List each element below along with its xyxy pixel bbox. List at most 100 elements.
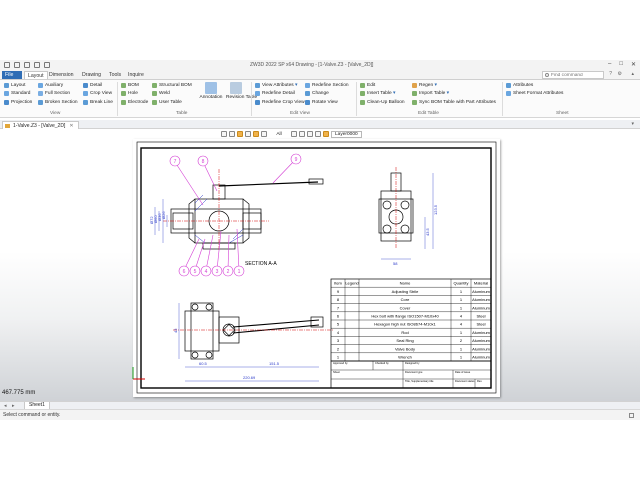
- title-block-field: Approved by: [333, 361, 348, 365]
- broken-section-button[interactable]: Broken Section: [38, 99, 78, 106]
- plan-view: [184, 302, 324, 360]
- plan-dimensions: [178, 303, 319, 382]
- detail-button[interactable]: Detail: [83, 82, 102, 89]
- redefine-section-button[interactable]: Redefine Section: [305, 82, 349, 89]
- open-icon[interactable]: [14, 62, 20, 68]
- bom-icon: [121, 83, 126, 88]
- bom-cell: 8: [337, 297, 340, 302]
- minimize-icon[interactable]: –: [608, 61, 611, 68]
- view-attributes-button[interactable]: View Attributes ▾: [255, 82, 297, 89]
- app-window: ZW3D 2022 SP x64 Drawing - [1-Valve.Z3 -…: [0, 0, 640, 480]
- electrode-table-button[interactable]: Electrode: [121, 99, 148, 106]
- document-tab[interactable]: 1-Valve.Z3 - [Valve_2D] ✕: [2, 121, 79, 129]
- search-icon: [545, 73, 549, 77]
- break-line-button[interactable]: Break Line: [83, 99, 113, 106]
- layer-icon[interactable]: [253, 131, 259, 137]
- tab-drawing[interactable]: Drawing: [79, 71, 104, 79]
- status-toggle-icon[interactable]: [629, 413, 634, 418]
- structural-bom-icon: [152, 83, 157, 88]
- import-table-button[interactable]: Import Table ▾: [412, 90, 449, 97]
- sync-bom-button[interactable]: Sync BOM Table with Part Attributes: [412, 99, 496, 106]
- bom-cell: Aluminum: [472, 289, 490, 294]
- render-icon[interactable]: [307, 131, 313, 137]
- balloon-label: 3: [216, 269, 219, 275]
- bom-cell: 4: [460, 314, 463, 319]
- dim-text: 60.5: [199, 361, 208, 366]
- redefine-detail-button[interactable]: Redefine Detail: [255, 90, 295, 97]
- standard-view-button[interactable]: Standard: [4, 90, 30, 97]
- grid-icon[interactable]: [245, 131, 251, 137]
- projection-button[interactable]: Projection: [4, 99, 32, 106]
- balloon-labels: 7 8 9 6 5 4 3 2 1: [174, 157, 298, 275]
- undo-icon[interactable]: [34, 62, 40, 68]
- full-section-button[interactable]: Full Section: [38, 90, 70, 97]
- bom-cell: Cover: [400, 305, 411, 310]
- broken-section-icon: [38, 100, 43, 105]
- bom-cell: Hex bolt with flange ISO1507-M10x40: [371, 314, 439, 319]
- search-input[interactable]: [543, 72, 593, 79]
- view-icon[interactable]: [299, 131, 305, 137]
- filter-dropdown[interactable]: All: [269, 132, 289, 137]
- bom-table: Item Legend Name Quantity Material 9 Adjusting…: [330, 278, 492, 362]
- close-icon[interactable]: ✕: [631, 61, 636, 68]
- drawing-svg: Ø72 Ø60 Ø36 Ø26 7 8 9 6 5 4 3 2 1 SECTIO…: [136, 141, 497, 394]
- layer-manager-icon[interactable]: [323, 131, 329, 137]
- weld-table-button[interactable]: Weld: [152, 90, 170, 97]
- filter-icon[interactable]: [229, 131, 235, 137]
- rotate-view-button[interactable]: Rotate View: [305, 99, 338, 106]
- revision-table-button[interactable]: Revision Table: [226, 82, 257, 101]
- find-command-box[interactable]: [542, 71, 604, 79]
- snap-icon[interactable]: [237, 131, 243, 137]
- balloons: [169, 153, 302, 277]
- annotation-button[interactable]: Annotation: [198, 82, 224, 101]
- layout-button[interactable]: Layout: [4, 82, 25, 89]
- crop-view-button[interactable]: Crop View: [83, 90, 112, 97]
- title-block: Approved by Checked by Designed by Docum…: [330, 360, 492, 389]
- break-line-icon: [83, 100, 88, 105]
- redefine-detail-icon: [255, 91, 260, 96]
- tab-layout[interactable]: Layout: [24, 71, 48, 79]
- standard-view-icon: [4, 91, 9, 96]
- insert-table-button[interactable]: Insert Table ▾: [360, 90, 395, 97]
- handle-line: [218, 181, 319, 187]
- save-icon[interactable]: [24, 62, 30, 68]
- title-block-field: Document status: [455, 379, 475, 383]
- user-table-button[interactable]: User Table: [152, 99, 182, 106]
- ribbon-separator: [502, 82, 503, 116]
- hole-table-button[interactable]: Hole: [121, 90, 138, 97]
- auxiliary-button[interactable]: Auxiliary: [38, 82, 63, 89]
- layer-dropdown[interactable]: Layer0000: [331, 130, 362, 138]
- tab-file[interactable]: File: [2, 71, 22, 79]
- redo-icon[interactable]: [44, 62, 50, 68]
- help-icon[interactable]: ?: [609, 71, 612, 77]
- maximize-icon[interactable]: □: [619, 61, 623, 68]
- quick-access-toolbar: [4, 62, 50, 68]
- regen-button[interactable]: Regen ▾: [412, 82, 437, 89]
- tab-tools[interactable]: Tools: [106, 71, 124, 79]
- change-button[interactable]: Change: [305, 90, 329, 97]
- tab-dimension[interactable]: Dimension: [46, 71, 77, 79]
- bom-button[interactable]: BOM: [121, 82, 139, 89]
- structural-bom-button[interactable]: Structural BOM: [152, 82, 192, 89]
- settings-icon[interactable]: ⚙: [618, 71, 622, 77]
- title-block-field: Date of issue: [455, 370, 471, 374]
- sheet-attributes-button[interactable]: Attributes: [506, 82, 533, 89]
- bom-cell: 4: [337, 330, 340, 335]
- attributes-icon: [506, 83, 511, 88]
- pick-icon[interactable]: [291, 131, 297, 137]
- tab-inquire[interactable]: Inquire: [125, 71, 147, 79]
- edit-table-button[interactable]: Edit: [360, 82, 375, 89]
- zoom-icon[interactable]: [315, 131, 321, 137]
- sheet-format-icon: [506, 91, 511, 96]
- bom-header-cell: Material: [474, 281, 488, 286]
- balloon-label: 2: [227, 269, 230, 275]
- sheet-format-attributes-button[interactable]: Sheet Format Attributes: [506, 90, 563, 97]
- new-icon[interactable]: [4, 62, 10, 68]
- select-icon[interactable]: [221, 131, 227, 137]
- display-icon[interactable]: [261, 131, 267, 137]
- tab-list-icon[interactable]: ▾: [631, 121, 634, 127]
- ribbon-collapse-icon[interactable]: ▴: [631, 71, 634, 77]
- drawing-canvas[interactable]: All Layer0000 Ø72 Ø60 Ø36 Ø26 7 8 9 6 5 …: [0, 129, 640, 401]
- cleanup-balloon-button[interactable]: Clean-Up Balloon: [360, 99, 405, 106]
- redefine-crop-view-button[interactable]: Redefine Crop View: [255, 99, 305, 106]
